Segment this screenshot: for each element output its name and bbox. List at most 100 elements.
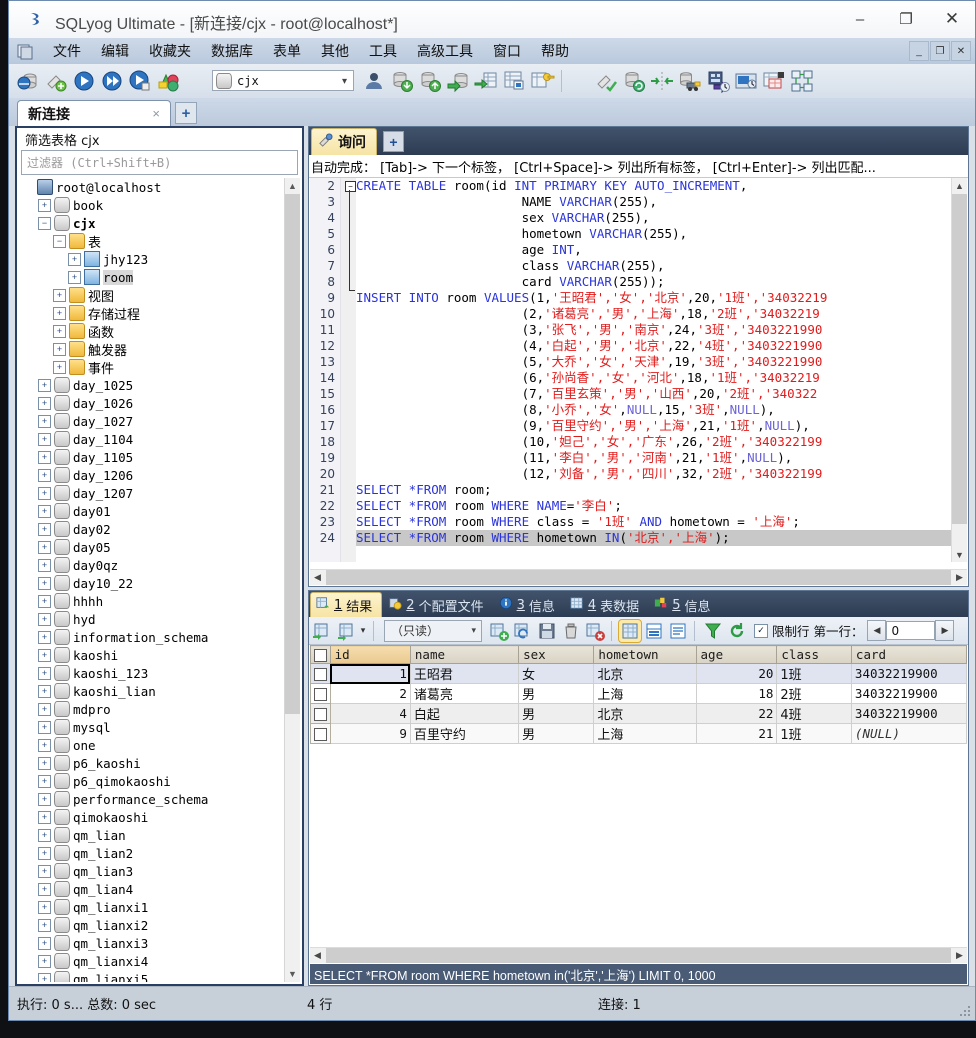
tree-node-one[interactable]: + one bbox=[19, 736, 285, 754]
scroll-left-icon[interactable]: ◀ bbox=[310, 948, 325, 963]
mdi-restore-button[interactable]: ❐ bbox=[930, 41, 950, 61]
expand-icon[interactable]: + bbox=[38, 774, 51, 788]
expand-icon[interactable]: + bbox=[38, 576, 51, 590]
sync-database-icon[interactable] bbox=[621, 68, 647, 94]
tree-node-kaoshi_lian[interactable]: + kaoshi_lian bbox=[19, 682, 285, 700]
execute-query-icon[interactable] bbox=[71, 68, 97, 94]
close-button[interactable]: ✕ bbox=[929, 1, 975, 37]
result-tab-4[interactable]: 4 表数据 bbox=[565, 593, 648, 617]
scroll-right-icon[interactable]: ▶ bbox=[952, 948, 967, 963]
sql-line[interactable]: SELECT *FROM room WHERE hometown IN('北京'… bbox=[356, 530, 967, 546]
sql-line[interactable]: (5,'大乔','女','天津',19,'3班','3403221990 bbox=[356, 354, 967, 370]
table-row[interactable]: 1 王昭君女北京 20 1班 34032219900 bbox=[310, 663, 967, 684]
cell-name[interactable]: 诸葛亮 bbox=[409, 683, 520, 704]
expand-icon[interactable]: + bbox=[38, 522, 51, 536]
minimize-button[interactable]: – bbox=[837, 1, 883, 37]
cell-id[interactable]: 2 bbox=[329, 683, 411, 704]
scrollbar-thumb[interactable] bbox=[326, 948, 951, 963]
tree-node-cjx[interactable]: − cjx bbox=[19, 214, 285, 232]
tree-node-jhy123[interactable]: + jhy123 bbox=[19, 250, 285, 268]
mdi-close-button[interactable]: ✕ bbox=[951, 41, 971, 61]
expand-icon[interactable]: + bbox=[68, 252, 81, 266]
tree-node--[interactable]: + 存储过程 bbox=[19, 304, 285, 323]
export-grid-icon[interactable] bbox=[335, 620, 357, 642]
tree-node-qm_lianxi2[interactable]: + qm_lianxi2 bbox=[19, 916, 285, 934]
row-checkbox[interactable] bbox=[313, 668, 327, 681]
resize-grip[interactable] bbox=[960, 1006, 972, 1018]
cell-name[interactable]: 王昭君 bbox=[409, 663, 520, 684]
cell-sex[interactable]: 男 bbox=[518, 703, 595, 724]
tree-node-qm_lian[interactable]: + qm_lian bbox=[19, 826, 285, 844]
maximize-button[interactable]: ❐ bbox=[883, 1, 929, 37]
expand-icon[interactable]: + bbox=[38, 756, 51, 770]
sql-line[interactable]: SELECT *FROM room WHERE NAME='李白'; bbox=[356, 498, 967, 514]
menu-favorites[interactable]: 收藏夹 bbox=[139, 38, 201, 64]
tree-node-qm_lian4[interactable]: + qm_lian4 bbox=[19, 880, 285, 898]
tree-node-root-localhost[interactable]: root@localhost bbox=[19, 178, 285, 196]
cell-id[interactable]: 9 bbox=[329, 723, 411, 744]
new-connection-icon[interactable] bbox=[15, 68, 41, 94]
expand-icon[interactable]: + bbox=[38, 414, 51, 428]
result-grid[interactable]: id name sex hometown age class card 1 王昭君女北京 20 1班… bbox=[310, 645, 967, 945]
export-csv-icon[interactable] bbox=[473, 68, 499, 94]
expand-icon[interactable]: + bbox=[38, 882, 51, 896]
chevron-down-icon[interactable]: ▾ bbox=[471, 626, 476, 636]
row-selector[interactable] bbox=[310, 663, 331, 684]
expand-icon[interactable]: + bbox=[38, 720, 51, 734]
cell-hometown[interactable]: 北京 bbox=[593, 703, 697, 724]
expand-icon[interactable]: + bbox=[38, 684, 51, 698]
object-tree[interactable]: root@localhost + book − cjx − 表 + jhy123 + room + 视图… bbox=[19, 178, 300, 982]
row-selector[interactable] bbox=[310, 703, 331, 724]
cancel-edit-icon[interactable] bbox=[584, 620, 606, 642]
scroll-down-icon[interactable]: ▼ bbox=[952, 547, 967, 562]
expand-icon[interactable]: + bbox=[38, 612, 51, 626]
cell-card[interactable]: 34032219900 bbox=[850, 663, 967, 684]
relationship-icon[interactable] bbox=[789, 68, 815, 94]
tree-node-p6_qimokaoshi[interactable]: + p6_qimokaoshi bbox=[19, 772, 285, 790]
column-header-id[interactable]: id bbox=[329, 645, 411, 664]
insert-row-icon[interactable] bbox=[488, 620, 510, 642]
table-data-icon[interactable] bbox=[761, 68, 787, 94]
cell-age[interactable]: 22 bbox=[695, 703, 778, 724]
tree-node-kaoshi_123[interactable]: + kaoshi_123 bbox=[19, 664, 285, 682]
expand-icon[interactable]: + bbox=[38, 378, 51, 392]
expand-icon[interactable]: + bbox=[38, 792, 51, 806]
sql-line[interactable]: NAME VARCHAR(255), bbox=[356, 194, 967, 210]
scroll-down-icon[interactable]: ▼ bbox=[285, 966, 300, 982]
expand-icon[interactable]: + bbox=[38, 558, 51, 572]
fold-toggle-icon[interactable]: − bbox=[345, 181, 356, 192]
cell-id[interactable]: 1 bbox=[329, 663, 411, 684]
offset-input[interactable]: 0 bbox=[886, 621, 936, 640]
compare-schema-icon[interactable] bbox=[649, 68, 675, 94]
scrollbar-thumb[interactable] bbox=[326, 570, 951, 585]
dropdown-caret-icon[interactable]: ▾ bbox=[357, 625, 369, 636]
tree-node-mdpro[interactable]: + mdpro bbox=[19, 700, 285, 718]
expand-icon[interactable]: + bbox=[38, 648, 51, 662]
table-diagnostics-icon[interactable] bbox=[501, 68, 527, 94]
sql-line[interactable]: sex VARCHAR(255), bbox=[356, 210, 967, 226]
collapse-icon[interactable]: − bbox=[38, 216, 51, 230]
tree-node--[interactable]: + 函数 bbox=[19, 322, 285, 341]
new-object-icon[interactable] bbox=[43, 68, 69, 94]
cell-sex[interactable]: 女 bbox=[518, 663, 595, 684]
expand-icon[interactable]: + bbox=[38, 702, 51, 716]
expand-icon[interactable]: + bbox=[38, 918, 51, 932]
tree-node-day_1027[interactable]: + day_1027 bbox=[19, 412, 285, 430]
editor-vertical-scrollbar[interactable]: ▲ ▼ bbox=[951, 178, 967, 562]
add-query-tab-button[interactable]: + bbox=[383, 131, 404, 152]
expand-icon[interactable]: + bbox=[38, 198, 51, 212]
refresh-row-icon[interactable] bbox=[512, 620, 534, 642]
cell-class[interactable]: 1班 bbox=[776, 723, 852, 744]
scroll-left-icon[interactable]: ◀ bbox=[310, 570, 325, 585]
select-all-header[interactable] bbox=[310, 645, 331, 664]
expand-icon[interactable]: + bbox=[38, 828, 51, 842]
edit-mode-selector[interactable]: （只读） ▾ bbox=[384, 619, 482, 642]
tree-node-information_schema[interactable]: + information_schema bbox=[19, 628, 285, 646]
tree-node--[interactable]: + 事件 bbox=[19, 358, 285, 377]
sql-line[interactable]: (7,'百里玄策','男','山西',20,'2班','340322 bbox=[356, 386, 967, 402]
menu-help[interactable]: 帮助 bbox=[531, 38, 579, 64]
menu-other[interactable]: 其他 bbox=[311, 38, 359, 64]
limit-rows-checkbox[interactable]: ✓ bbox=[754, 623, 768, 638]
expand-icon[interactable]: + bbox=[38, 630, 51, 644]
database-selector[interactable]: cjx ▾ bbox=[212, 70, 354, 91]
